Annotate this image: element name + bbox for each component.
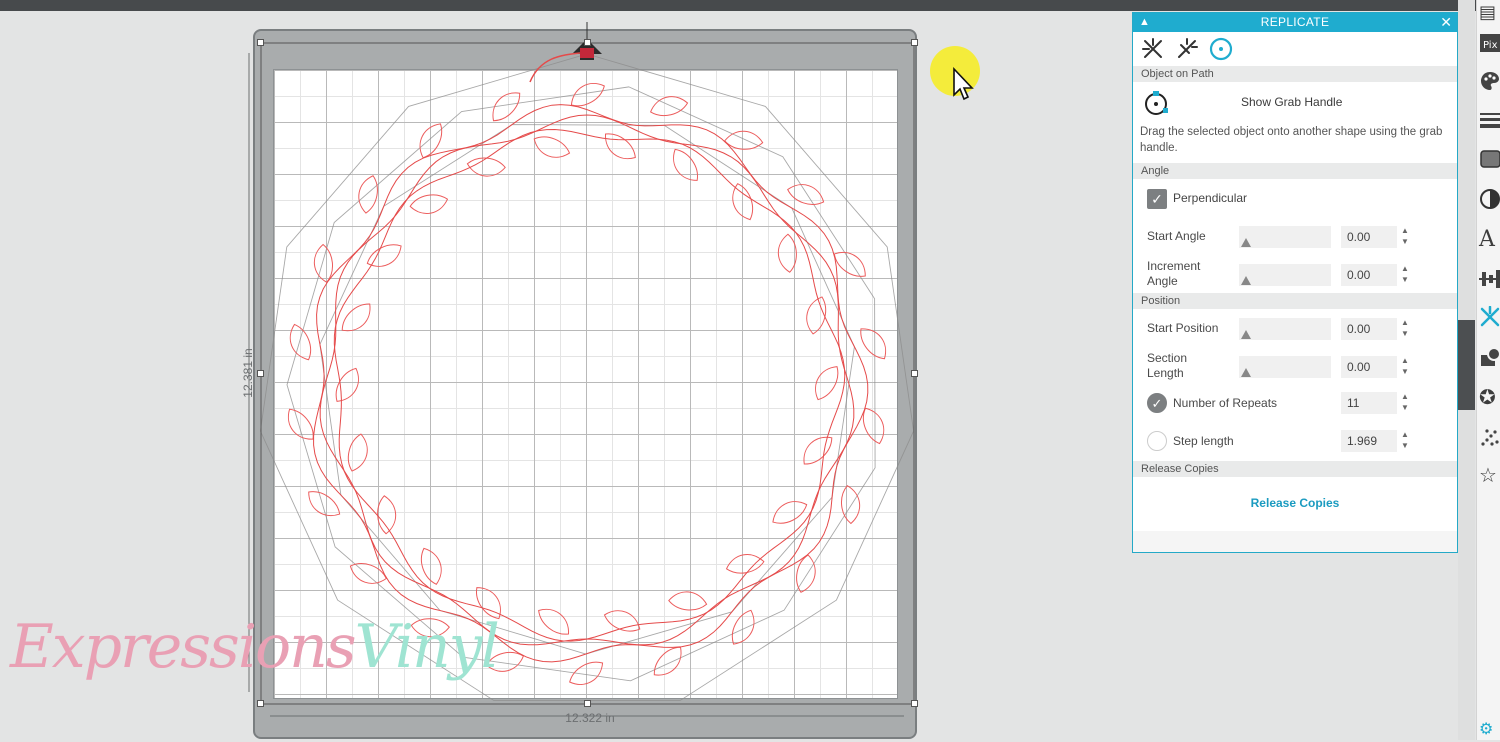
slider-thumb[interactable] — [1241, 368, 1251, 377]
selection-handle-top-left[interactable] — [257, 39, 264, 46]
object-on-path-icon[interactable] — [1207, 35, 1235, 63]
panel-description: Drag the selected object onto another sh… — [1133, 122, 1457, 163]
text-icon[interactable]: A — [1479, 228, 1500, 252]
slider-thumb[interactable] — [1241, 238, 1251, 247]
transparency-icon[interactable] — [1479, 188, 1500, 212]
star-outline-icon[interactable]: ☆ — [1479, 464, 1500, 488]
grab-handle-icon[interactable] — [1143, 90, 1169, 116]
start-angle-input[interactable]: 0.00 — [1341, 226, 1397, 248]
increment-angle-row: Increment Angle 0.00 ▲ ▼ — [1133, 255, 1457, 293]
step-length-row: Step length 1.969 ▲ ▼ — [1133, 423, 1457, 461]
selection-handle-top[interactable] — [584, 39, 591, 46]
start-position-slider[interactable] — [1239, 318, 1331, 340]
close-icon[interactable]: ✕ — [1440, 13, 1452, 32]
perpendicular-label: Perpendicular — [1173, 191, 1248, 205]
section-length-label: Section Length — [1147, 351, 1188, 380]
start-angle-slider[interactable] — [1239, 226, 1331, 248]
number-of-repeats-row: ✓ Number of Repeats 11 ▲ ▼ — [1133, 385, 1457, 423]
height-dimension-label: 12.381 in — [241, 348, 255, 398]
step-length-input[interactable]: 1.969 — [1341, 430, 1397, 452]
start-angle-label: Start Angle — [1147, 229, 1206, 243]
step-length-stepper[interactable]: ▲ ▼ — [1401, 429, 1409, 451]
increment-angle-label: Increment Angle — [1147, 259, 1201, 288]
panel-title: REPLICATE — [1260, 15, 1330, 29]
perpendicular-row: ✓ Perpendicular — [1133, 179, 1457, 217]
number-of-repeats-radio[interactable]: ✓ — [1147, 393, 1167, 413]
selection-handle-left[interactable] — [257, 370, 264, 377]
selection-handle-bottom-left[interactable] — [257, 700, 264, 707]
palette-icon[interactable] — [1479, 70, 1500, 94]
panel-header: ▲ REPLICATE ✕ — [1133, 13, 1457, 32]
dotted-trace-icon[interactable] — [1479, 426, 1500, 450]
mouse-cursor-icon — [953, 67, 974, 101]
replicate-panel: ▲ REPLICATE ✕ Object on Path Show Grab H… — [1132, 12, 1458, 553]
step-length-label: Step length — [1173, 434, 1234, 448]
star-fill-icon[interactable]: ✪ — [1479, 386, 1500, 410]
increment-angle-stepper[interactable]: ▲ ▼ — [1401, 263, 1409, 285]
slider-thumb[interactable] — [1241, 330, 1251, 339]
selection-handle-top-right[interactable] — [911, 39, 918, 46]
mirror-replicate-icon[interactable] — [1173, 35, 1201, 63]
design-grid[interactable] — [273, 69, 898, 699]
number-of-repeats-input[interactable]: 11 — [1341, 392, 1397, 414]
selection-handle-right[interactable] — [911, 370, 918, 377]
release-copies-button[interactable]: Release Copies — [1133, 496, 1457, 510]
start-position-label: Start Position — [1147, 321, 1219, 335]
section-position: Position — [1133, 293, 1457, 309]
slider-thumb[interactable] — [1241, 276, 1251, 285]
page-setup-icon[interactable]: ▤ — [1479, 0, 1500, 24]
step-length-radio[interactable] — [1147, 431, 1167, 451]
width-dimension-label: 12.322 in — [565, 711, 615, 725]
increment-angle-input[interactable]: 0.00 — [1341, 264, 1397, 286]
chevron-up-icon[interactable]: ▲ — [1139, 13, 1150, 32]
selection-handle-bottom-right[interactable] — [911, 700, 918, 707]
release-area: Release Copies — [1133, 477, 1457, 531]
section-length-stepper[interactable]: ▲ ▼ — [1401, 355, 1409, 377]
line-style-icon[interactable] — [1479, 108, 1500, 132]
panel-scrollbar-thumb[interactable] — [1458, 320, 1475, 410]
show-grab-handle-row[interactable]: Show Grab Handle — [1133, 82, 1457, 122]
replicate-icon[interactable] — [1139, 35, 1167, 63]
show-grab-handle-label[interactable]: Show Grab Handle — [1241, 95, 1342, 109]
settings-gear-icon[interactable]: ⚙ — [1479, 718, 1500, 742]
align-icon[interactable] — [1479, 268, 1500, 292]
start-position-row: Start Position 0.00 ▲ ▼ — [1133, 309, 1457, 347]
section-angle: Angle — [1133, 163, 1457, 179]
section-object-on-path: Object on Path — [1133, 66, 1457, 82]
svg-text:Pix: Pix — [1483, 40, 1498, 51]
pixscan-icon[interactable]: Pix — [1479, 32, 1500, 56]
start-angle-stepper[interactable]: ▲ ▼ — [1401, 225, 1409, 247]
top-bar — [0, 0, 1500, 11]
fill-icon[interactable] — [1479, 148, 1500, 172]
number-of-repeats-stepper[interactable]: ▲ ▼ — [1401, 391, 1409, 413]
modify-icon[interactable] — [1479, 346, 1500, 370]
start-angle-row: Start Angle 0.00 ▲ ▼ — [1133, 217, 1457, 255]
selection-handle-bottom[interactable] — [584, 700, 591, 707]
number-of-repeats-label: Number of Repeats — [1173, 396, 1278, 410]
section-length-input[interactable]: 0.00 — [1341, 356, 1397, 378]
replicate-mode-bar — [1133, 32, 1457, 66]
start-position-stepper[interactable]: ▲ ▼ — [1401, 317, 1409, 339]
start-position-input[interactable]: 0.00 — [1341, 318, 1397, 340]
perpendicular-checkbox[interactable]: ✓ — [1147, 189, 1167, 209]
section-release-copies: Release Copies — [1133, 461, 1457, 477]
section-length-row: Section Length 0.00 ▲ ▼ — [1133, 347, 1457, 385]
section-length-slider[interactable] — [1239, 356, 1331, 378]
increment-angle-slider[interactable] — [1239, 264, 1331, 286]
replicate-tool-icon[interactable] — [1479, 305, 1500, 330]
